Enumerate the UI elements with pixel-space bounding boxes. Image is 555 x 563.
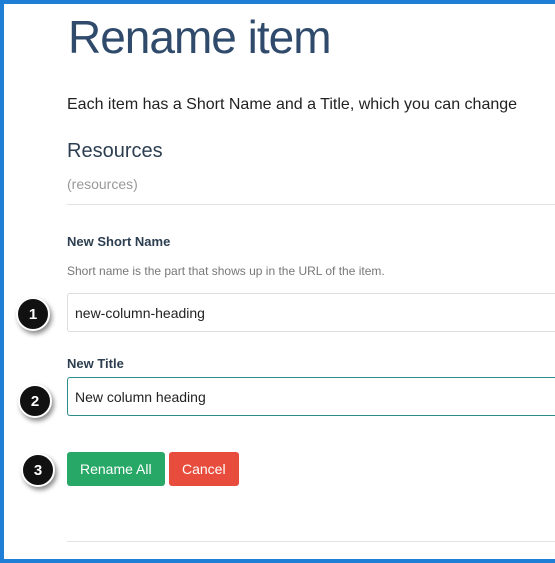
step-marker-1: 1 — [16, 297, 50, 331]
divider — [67, 204, 555, 205]
step-marker-2: 2 — [18, 384, 52, 418]
section-subtitle: (resources) — [67, 176, 138, 192]
short-name-input[interactable] — [67, 293, 555, 332]
bottom-divider — [67, 541, 555, 542]
short-name-help: Short name is the part that shows up in … — [67, 264, 385, 278]
rename-all-button[interactable]: Rename All — [67, 452, 165, 486]
section-title: Resources — [67, 140, 163, 162]
page-title: Rename item — [68, 11, 332, 63]
app-frame: Rename item Each item has a Short Name a… — [0, 0, 555, 563]
short-name-label: New Short Name — [67, 234, 171, 249]
intro-text: Each item has a Short Name and a Title, … — [67, 96, 518, 113]
cancel-button[interactable]: Cancel — [169, 452, 239, 486]
new-title-label: New Title — [67, 356, 124, 371]
new-title-input[interactable] — [67, 377, 555, 416]
step-marker-3: 3 — [21, 453, 55, 487]
